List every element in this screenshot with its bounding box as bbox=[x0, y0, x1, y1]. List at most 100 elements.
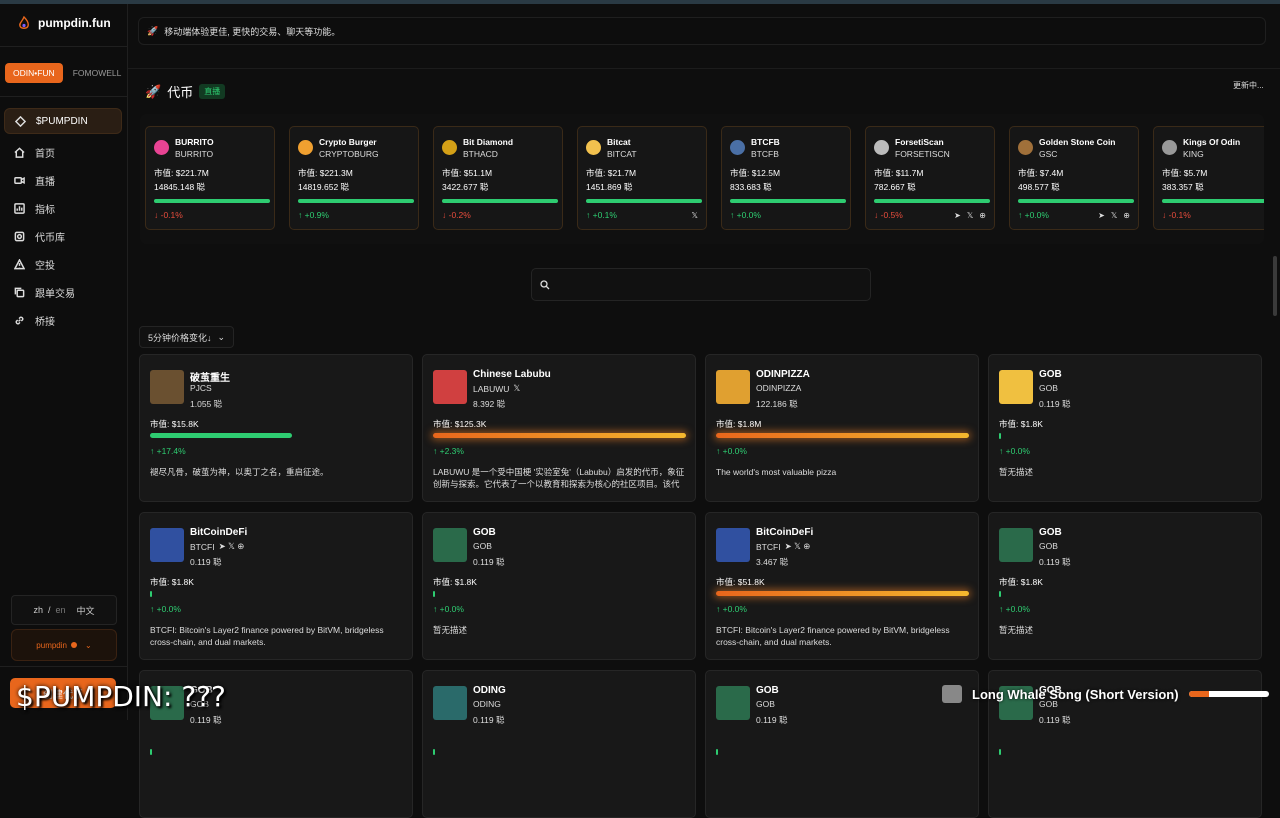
scrollbar[interactable] bbox=[1273, 256, 1277, 316]
market-cap: 市值: $1.8K bbox=[150, 577, 194, 587]
token-card[interactable]: GOB GOB 0.119 聪市值: $1.8K ↑ +0.0% 暂无描述 bbox=[988, 354, 1262, 502]
progress-bar bbox=[433, 591, 435, 597]
token-symbol: GSC bbox=[1039, 149, 1058, 159]
token-card[interactable]: GOB GOB 0.119 聪 bbox=[705, 670, 979, 818]
social-icons[interactable]: ➤ 𝕏 ⊕ bbox=[219, 541, 245, 552]
price-change: ↑ +17.4% bbox=[150, 446, 186, 456]
social-links: ➤ 𝕏 ⊕ bbox=[1098, 211, 1130, 220]
music-player: Long Whale Song (Short Version) bbox=[942, 685, 1269, 703]
progress-bar[interactable] bbox=[1188, 691, 1269, 697]
token-symbol-row: ODINPIZZA bbox=[756, 383, 805, 393]
token-symbol-row: GOB bbox=[1039, 541, 1062, 551]
volume: 0.119 聪 bbox=[473, 715, 505, 725]
ticker-card[interactable]: Golden Stone Coin GSC 市值: $7.4M 498.577 聪 ↑ … bbox=[1009, 126, 1139, 230]
token-card[interactable]: ODINPIZZA ODINPIZZA 122.186 聪市值: $1.8M ↑ +0… bbox=[705, 354, 979, 502]
volume: 3.467 聪 bbox=[756, 557, 789, 567]
sidebar-item-airdrop[interactable]: 空投 bbox=[4, 250, 122, 278]
token-card[interactable]: GOB GOB 0.119 聪市值: $1.8K ↑ +0.0% 暂无描述 bbox=[988, 512, 1262, 660]
progress-bar bbox=[433, 749, 435, 755]
token-name: GOB bbox=[1039, 369, 1062, 380]
lang-separator: / bbox=[47, 605, 51, 615]
social-icon[interactable]: 𝕏 bbox=[1111, 211, 1117, 220]
diamond-icon bbox=[15, 115, 26, 127]
social-icon[interactable]: 𝕏 bbox=[692, 211, 698, 220]
market-cap: 市值: $7.4M bbox=[1018, 168, 1064, 178]
market-cap: 市值: $1.8M bbox=[716, 419, 762, 429]
ticker-card[interactable]: BTCFB BTCFB 市值: $12.5M 833.683 聪 ↑ +0.0% bbox=[721, 126, 851, 230]
token-name: ForsetiScan bbox=[895, 137, 944, 147]
token-icon bbox=[442, 140, 457, 155]
video-icon bbox=[14, 176, 25, 184]
platform-odin-fun[interactable]: ODIN•FUN bbox=[5, 63, 63, 83]
library-icon bbox=[14, 231, 25, 241]
sidebar-item-token-library[interactable]: 代币库 bbox=[4, 222, 122, 250]
social-icon[interactable]: 𝕏 bbox=[967, 211, 973, 220]
token-description: 暂无描述 bbox=[999, 467, 1034, 477]
token-symbol: BITCAT bbox=[607, 149, 637, 159]
sidebar-divider bbox=[0, 46, 127, 47]
ticker-card[interactable]: Bitcat BITCAT 市值: $21.7M 1451.869 聪 ↑ +0.1% 𝕏 bbox=[577, 126, 707, 230]
volume: 1.055 聪 bbox=[190, 399, 223, 409]
sidebar-item-label: 首页 bbox=[35, 148, 55, 160]
search-input[interactable] bbox=[556, 276, 860, 296]
price-change: ↑ +0.0% bbox=[716, 604, 747, 614]
sidebar-item-copy-trade[interactable]: 跟单交易 bbox=[4, 278, 122, 306]
ticker-card[interactable]: BURRITO BURRITO 市值: $221.7M 14845.148 聪 ↓ -0… bbox=[145, 126, 275, 230]
token-icon bbox=[1018, 140, 1033, 155]
sidebar-item-live[interactable]: 直播 bbox=[4, 166, 122, 194]
social-icons[interactable]: ➤ 𝕏 ⊕ bbox=[785, 541, 811, 552]
token-name: BURRITO bbox=[175, 137, 214, 147]
volume: 0.119 聪 bbox=[1039, 557, 1071, 567]
token-description: The world's most valuable pizza bbox=[716, 467, 837, 477]
user-menu-button[interactable]: pumpdin ⌄ bbox=[11, 629, 117, 661]
social-icon[interactable]: ➤ bbox=[954, 211, 961, 220]
sort-dropdown[interactable]: 5分钟价格变化↓ ⌄ bbox=[139, 326, 235, 348]
price-change: ↑ +2.3% bbox=[433, 446, 464, 456]
token-name: Bit Diamond bbox=[463, 137, 514, 147]
search-box[interactable] bbox=[531, 268, 871, 301]
lang-zh[interactable]: zh bbox=[33, 605, 43, 615]
sidebar-item-metrics[interactable]: 指标 bbox=[4, 194, 122, 222]
progress-bar bbox=[874, 199, 990, 203]
token-card[interactable]: Chinese Labubu LABUWU 𝕏 8.392 聪市值: $125.3K ↑… bbox=[422, 354, 696, 502]
token-card[interactable]: 破茧重生 PJCS 1.055 聪市值: $15.8K ↑ +17.4% 褪尽凡骨，破茧… bbox=[139, 354, 413, 502]
token-symbol: BURRITO bbox=[175, 149, 214, 159]
social-icon[interactable]: ➤ bbox=[1098, 211, 1105, 220]
ticker-card[interactable]: Bit Diamond BTHACD 市值: $51.1M 3422.677 聪 ↓ -… bbox=[433, 126, 563, 230]
token-card[interactable]: BitCoinDeFi BTCFI ➤ 𝕏 ⊕ 0.119 聪市值: $1.8K ↑ +… bbox=[139, 512, 413, 660]
sidebar-item-label: 直播 bbox=[35, 176, 55, 188]
volume: 14819.652 聪 bbox=[298, 182, 350, 192]
token-icon bbox=[1162, 140, 1177, 155]
token-card[interactable]: ODING ODING 0.119 聪 bbox=[422, 670, 696, 818]
token-card[interactable]: BitCoinDeFi BTCFI ➤ 𝕏 ⊕ 3.467 聪市值: $51.8K ↑ … bbox=[705, 512, 979, 660]
token-card[interactable]: GOB GOB 0.119 聪市值: $1.8K ↑ +0.0% 暂无描述 bbox=[422, 512, 696, 660]
live-badge: 直播 bbox=[199, 84, 226, 99]
logo[interactable]: pumpdin.fun bbox=[18, 16, 111, 30]
price-change: ↑ +0.0% bbox=[1018, 210, 1049, 220]
ticker-card[interactable]: Crypto Burger CRYPTOBURG 市值: $221.3M 14819.… bbox=[289, 126, 419, 230]
price-change: ↑ +0.0% bbox=[433, 604, 464, 614]
social-icon[interactable]: ⊕ bbox=[1123, 211, 1130, 220]
price-change: ↑ +0.0% bbox=[150, 604, 181, 614]
language-switch[interactable]: zh / en 中文 bbox=[11, 595, 117, 625]
lang-en[interactable]: en bbox=[56, 605, 66, 615]
social-icon[interactable]: ⊕ bbox=[979, 211, 986, 220]
sidebar-item-label: 桥接 bbox=[35, 316, 55, 328]
volume: 3422.677 聪 bbox=[442, 182, 489, 192]
volume: 0.119 聪 bbox=[190, 557, 222, 567]
progress-bar bbox=[716, 749, 718, 755]
overlay-title: $PUMPDIN: ??? bbox=[16, 680, 226, 713]
ticker-card[interactable]: ForsetiScan FORSETISCN 市值: $11.7M 782.667 聪… bbox=[865, 126, 995, 230]
sidebar-item-bridge[interactable]: 桥接 bbox=[4, 306, 122, 334]
ticker-card[interactable]: Kings Of Odin KING 市值: $5.7M 383.357 聪 ↓ -0.… bbox=[1153, 126, 1264, 230]
market-cap: 市值: $21.7M bbox=[586, 168, 637, 178]
sidebar-item-pumpdin[interactable]: $PUMPDIN bbox=[4, 108, 122, 134]
announcement-bar: 🚀 移动端体验更佳, 更快的交易、聊天等功能。 bbox=[138, 17, 1266, 45]
sidebar-item-home[interactable]: 首页 bbox=[4, 138, 122, 166]
token-name: BitCoinDeFi bbox=[756, 527, 814, 538]
sidebar-item-label: 跟单交易 bbox=[35, 288, 75, 300]
lang-current: 中文 bbox=[76, 605, 95, 616]
social-icons[interactable]: 𝕏 bbox=[513, 383, 520, 394]
platform-fomowell[interactable]: FOMOWELL bbox=[65, 63, 130, 83]
token-icon bbox=[730, 140, 745, 155]
